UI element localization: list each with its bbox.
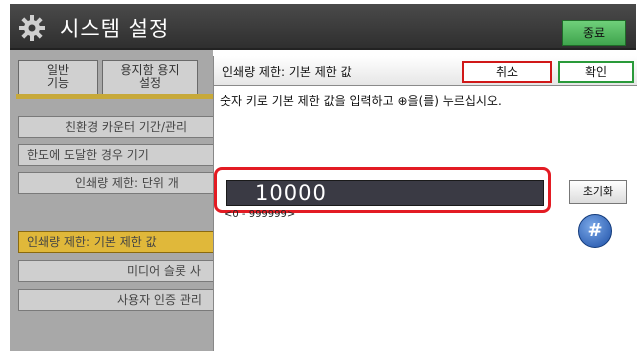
settings-row-label: 인쇄량 제한: 기본 제한 값 <box>27 235 157 249</box>
settings-row-label: 미디어 슬롯 사 <box>127 264 201 278</box>
gear-icon <box>19 15 45 41</box>
limit-value-dialog: 인쇄량 제한: 기본 제한 값 취소 확인 숫자 키로 기본 제한 값을 입력하… <box>213 56 637 351</box>
tab-general-features-label: 일반 기능 <box>46 63 70 90</box>
settings-row[interactable]: 인쇄량 제한: 단위 개 <box>18 172 215 194</box>
settings-row-label: 사용자 인증 관리 <box>117 293 202 307</box>
settings-row[interactable]: 한도에 도달한 경우 기기 <box>18 144 215 166</box>
instruction-text: 숫자 키로 기본 제한 값을 입력하고 ⊕을(를) 누르십시오. <box>220 94 502 108</box>
settings-row-selected[interactable]: 인쇄량 제한: 기본 제한 값 <box>18 231 215 253</box>
settings-row[interactable]: 미디어 슬롯 사 <box>18 260 215 282</box>
limit-value-field[interactable]: 10000 <box>226 180 544 206</box>
dialog-title: 인쇄량 제한: 기본 제한 값 <box>222 65 352 79</box>
settings-row[interactable]: 사용자 인증 관리 <box>18 289 215 311</box>
tab-tray-paper-settings[interactable]: 용지함 용지 설정 <box>102 60 198 94</box>
hash-key-icon[interactable]: # <box>578 214 612 248</box>
settings-row-label: 친환경 카운터 기간/관리 <box>65 120 188 134</box>
title-bar: 시스템 설정 종료 <box>10 4 636 50</box>
settings-background-panel: 일반 기능 용지함 용지 설정 친환경 카운터 기간/관리 한도에 도달한 경우… <box>10 50 215 351</box>
exit-button[interactable]: 종료 <box>562 20 626 46</box>
settings-row[interactable]: 친환경 카운터 기간/관리 <box>18 116 215 138</box>
page-title: 시스템 설정 <box>60 17 170 41</box>
tab-general-features[interactable]: 일반 기능 <box>18 60 98 94</box>
cancel-button[interactable]: 취소 <box>462 61 552 83</box>
tab-underline <box>16 94 213 99</box>
settings-row-label: 한도에 도달한 경우 기기 <box>27 148 149 162</box>
reset-button[interactable]: 초기화 <box>569 180 627 204</box>
tab-tray-paper-settings-label: 용지함 용지 설정 <box>120 63 180 90</box>
value-range-label: <0 - 999999> <box>224 209 296 220</box>
ok-button[interactable]: 확인 <box>558 61 634 83</box>
dialog-header: 인쇄량 제한: 기본 제한 값 취소 확인 <box>214 56 637 86</box>
settings-row-label: 인쇄량 제한: 단위 개 <box>75 176 179 190</box>
